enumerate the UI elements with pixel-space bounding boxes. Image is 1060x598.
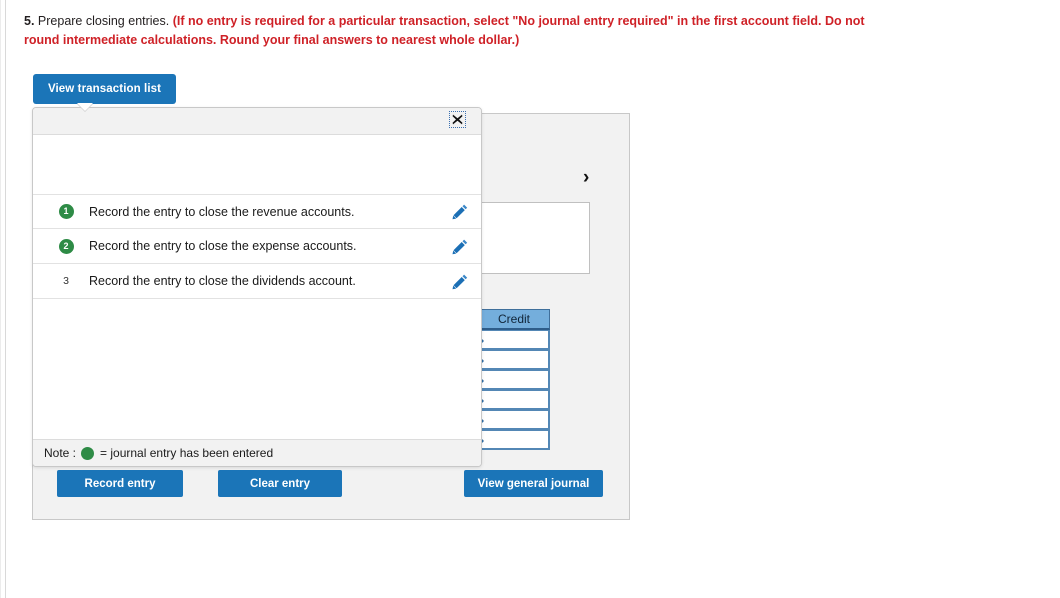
close-icon[interactable] [449,111,466,128]
column-header-credit: Credit [478,309,550,330]
transaction-list-popup: 1 Record the entry to close the revenue … [32,107,482,467]
badge-wrap: 1 [51,204,81,219]
note-suffix: = journal entry has been entered [100,446,274,460]
credit-cell[interactable] [478,390,550,410]
edit-pencil-icon[interactable] [439,238,481,255]
list-item-label: Record the entry to close the dividends … [89,274,356,288]
tab-pointer-icon [77,103,93,111]
clear-entry-button[interactable]: Clear entry [218,470,342,497]
entry-status-badge: 3 [63,274,69,287]
screen: 5. Prepare closing entries. (If no entry… [0,0,1060,598]
note-green-dot-icon [81,446,95,460]
edit-pencil-icon[interactable] [439,203,481,220]
question-prompt: 5. Prepare closing entries. (If no entry… [24,12,894,50]
credit-cell[interactable] [478,370,550,390]
question-text: Prepare closing entries. [34,14,173,28]
list-item[interactable]: 3 Record the entry to close the dividend… [33,264,481,299]
question-number: 5. [24,14,35,28]
view-general-journal-button[interactable]: View general journal [464,470,603,497]
list-item-label: Record the entry to close the expense ac… [89,239,357,253]
view-transaction-list-button[interactable]: View transaction list [33,74,176,104]
note-prefix: Note : [44,446,77,460]
credit-cell[interactable] [478,350,550,370]
transaction-list: 1 Record the entry to close the revenue … [33,194,481,299]
credit-cell[interactable] [478,410,550,430]
page-left-edge-outer [0,0,1,598]
badge-wrap: 3 [51,274,81,289]
page-left-edge [5,0,6,598]
credit-cell[interactable] [478,330,550,350]
edit-pencil-icon[interactable] [439,273,481,290]
next-chevron-icon[interactable]: › [583,168,589,187]
popup-footer-note: Note : = journal entry has been entered [33,439,481,466]
list-item[interactable]: 1 Record the entry to close the revenue … [33,194,481,229]
credit-cell[interactable] [478,430,550,450]
entry-status-badge: 2 [58,238,74,254]
badge-wrap: 2 [51,238,81,254]
popup-header [33,108,481,135]
list-item[interactable]: 2 Record the entry to close the expense … [33,229,481,264]
record-entry-button[interactable]: Record entry [57,470,183,497]
list-item-label: Record the entry to close the revenue ac… [89,204,355,219]
entry-status-badge: 1 [58,204,74,219]
popup-body: 1 Record the entry to close the revenue … [33,135,481,440]
